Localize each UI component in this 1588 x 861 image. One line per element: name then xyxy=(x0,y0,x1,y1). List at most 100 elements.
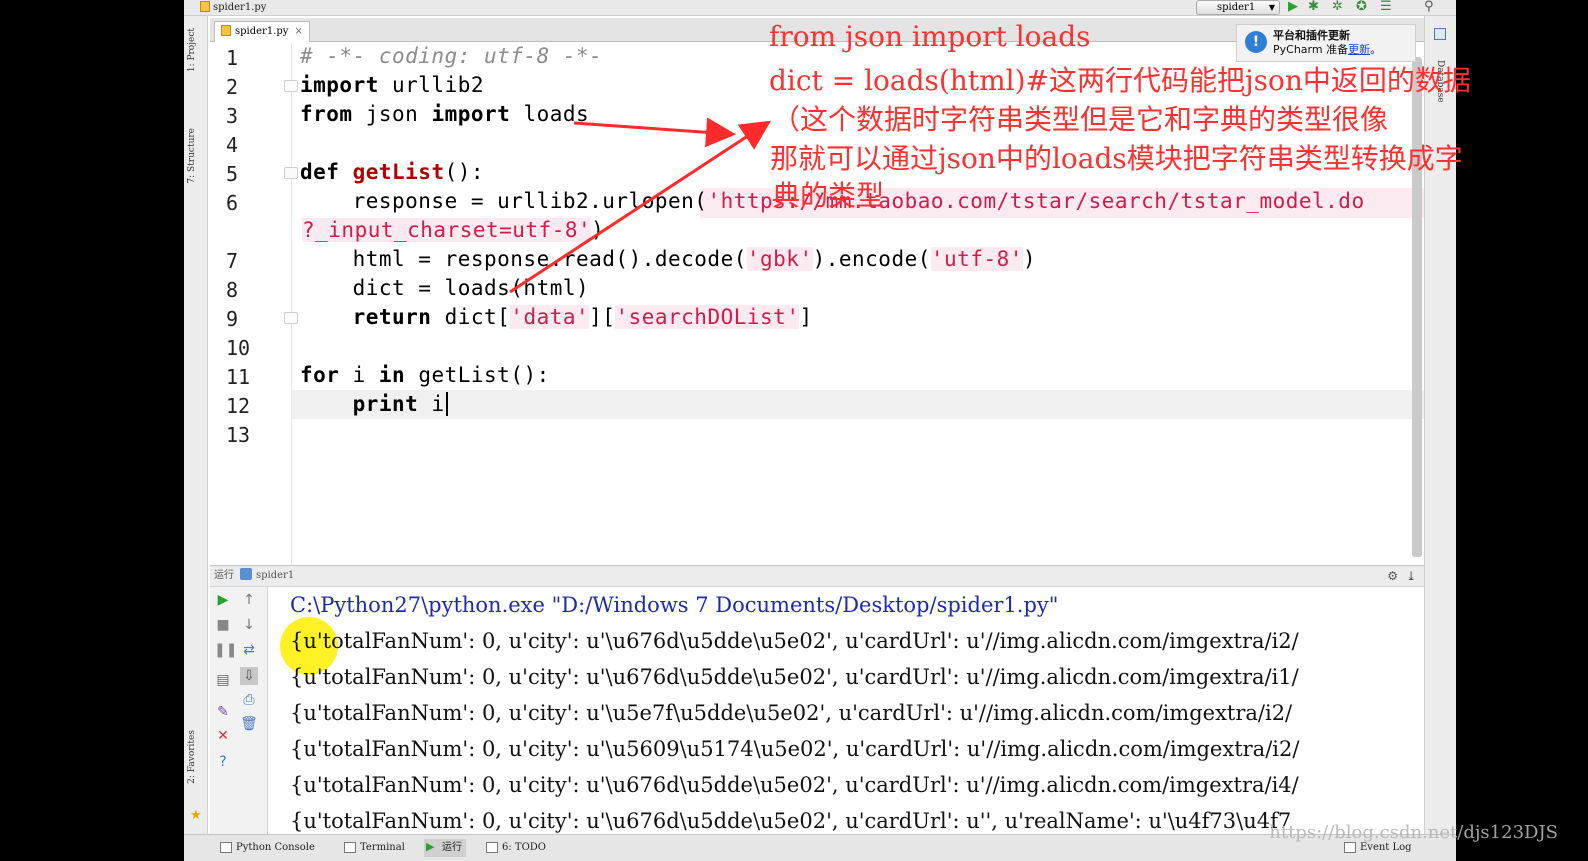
update-notification[interactable]: ! 平台和插件更新 PyCharm 准备更新。 xyxy=(1236,24,1416,62)
gear-icon[interactable]: ⚙ xyxy=(1387,566,1398,586)
code-line-8: dict = loads(html) xyxy=(300,276,589,300)
line-number: 6 xyxy=(226,191,239,215)
annotation-line-1: from json import loads xyxy=(769,20,1091,53)
pause-icon[interactable]: ❚❚ xyxy=(214,641,237,659)
console-output-line: {u'totalFanNum': 0, u'city': u'\u5609\u5… xyxy=(290,737,1300,761)
tab-project-label: 1: Project xyxy=(187,28,197,73)
console-output-line: {u'totalFanNum': 0, u'city': u'\u676d\u5… xyxy=(290,809,1292,833)
tab-run[interactable]: ▶ 运行 xyxy=(424,839,466,857)
code-token: i xyxy=(339,363,379,387)
debug-icon[interactable]: ✱ xyxy=(1308,0,1319,14)
help-icon[interactable]: ? xyxy=(214,753,232,771)
tab-python-console[interactable]: Python Console xyxy=(218,839,319,857)
hide-icon[interactable]: ⤓ xyxy=(1406,566,1416,586)
run-config-select[interactable]: spider1 ▼ xyxy=(1196,0,1280,15)
tab-favorites[interactable]: 2: Favorites xyxy=(187,730,197,784)
stop-icon[interactable]: ☰ xyxy=(1380,0,1392,14)
fold-marker[interactable] xyxy=(284,167,298,179)
code-token: urllib2 xyxy=(378,73,485,97)
python-file-icon xyxy=(200,1,210,12)
print-icon[interactable]: ⎙ xyxy=(240,691,258,709)
editor-scrollbar[interactable] xyxy=(1412,57,1422,557)
notification-title: 平台和插件更新 xyxy=(1273,29,1350,42)
close-icon[interactable]: × xyxy=(294,26,302,37)
keyword-token: def xyxy=(300,160,340,184)
console-output-line: {u'totalFanNum': 0, u'city': u'\u676d\u5… xyxy=(290,773,1299,797)
code-token: json xyxy=(352,102,432,126)
keyword-token: print xyxy=(352,392,419,416)
breadcrumb-file[interactable]: spider1.py xyxy=(200,1,266,13)
code-token: loads xyxy=(510,102,590,126)
string-token: 'data' xyxy=(510,305,590,329)
search-icon[interactable]: ⚲ xyxy=(1424,0,1434,14)
coverage-icon[interactable]: ✲ xyxy=(1332,0,1343,14)
tab-todo[interactable]: 6: TODO xyxy=(484,839,550,857)
python-file-icon xyxy=(221,25,231,36)
pin-icon[interactable]: ✎ xyxy=(214,703,232,721)
soft-wrap-icon[interactable]: ⇄ xyxy=(240,641,258,659)
code-token: ][ xyxy=(589,305,616,329)
run-panel-header: 运行 spider1 ⚙ ⤓ xyxy=(210,565,1424,587)
code-token: response = urllib2.urlopen( xyxy=(300,189,708,213)
navigation-bar: spider1.py spider1 ▼ ▶ ✱ ✲ ✪ ☰ ⚲ xyxy=(184,0,1456,16)
editor-tab-spider1[interactable]: spider1.py × xyxy=(214,21,310,42)
tab-favorites-label: 2: Favorites xyxy=(187,730,197,784)
console-output-line: {u'totalFanNum': 0, u'city': u'\u5e7f\u5… xyxy=(290,701,1293,725)
code-line-6-wrap: ?_input_charset=utf-8') xyxy=(302,218,604,242)
rerun-icon[interactable]: ▶ xyxy=(214,591,232,609)
annotation-line-3: （这个数据时字符串类型但是它和字典的类型很像 xyxy=(772,103,1389,136)
keyword-token: import xyxy=(431,102,511,126)
code-token: dict[ xyxy=(431,305,511,329)
console-command: C:\Python27\python.exe "D:/Windows 7 Doc… xyxy=(290,593,1059,617)
run-console[interactable]: C:\Python27\python.exe "D:/Windows 7 Doc… xyxy=(268,587,1424,834)
tab-structure[interactable]: 7: Structure xyxy=(187,128,197,184)
tab-project[interactable]: 1: Project xyxy=(187,28,197,72)
string-token: 'utf-8' xyxy=(930,247,1023,271)
annotation-line-4: 那就可以通过json中的loads模块把字符串类型转换成字 xyxy=(770,142,1463,175)
line-number: 3 xyxy=(226,104,239,128)
keyword-token: import xyxy=(300,73,379,97)
string-token: 'gbk' xyxy=(746,247,813,271)
profile-icon[interactable]: ✪ xyxy=(1356,0,1367,14)
close-icon[interactable]: ✕ xyxy=(214,727,232,745)
watermark: https://blog.csdn.net/djs123DJS xyxy=(1269,822,1558,843)
breadcrumb-file-label: spider1.py xyxy=(213,2,267,13)
code-token: i xyxy=(418,392,445,416)
arrow-up-icon[interactable]: ↑ xyxy=(240,591,258,609)
notification-update-link[interactable]: 更新 xyxy=(1348,43,1370,56)
current-line-highlight xyxy=(292,390,1424,419)
code-token: ] xyxy=(799,305,813,329)
database-icon xyxy=(1434,28,1446,40)
line-number: 8 xyxy=(226,278,239,302)
line-number: 10 xyxy=(226,336,251,360)
scroll-end-icon[interactable]: ⇩ xyxy=(240,667,258,685)
annotation-line-2: dict = loads(html)#这两行代码能把json中返回的数据 xyxy=(769,64,1471,97)
keyword-token: for xyxy=(300,363,340,387)
code-line-3: from json import loads xyxy=(300,102,589,126)
run-icon: ▶ xyxy=(426,840,435,853)
line-number: 11 xyxy=(226,365,251,389)
run-icon[interactable]: ▶ xyxy=(1288,0,1298,14)
editor-tab-label: spider1.py xyxy=(235,26,289,37)
python-console-icon xyxy=(220,842,232,853)
code-line-1: # -*- coding: utf-8 -*- xyxy=(300,44,602,68)
line-gutter: 1 2 3 4 5 6 7 8 9 10 11 12 13 xyxy=(210,43,298,565)
console-output-line: {u'totalFanNum': 0, u'city': u'\u676d\u5… xyxy=(290,665,1299,689)
info-icon: ! xyxy=(1245,31,1267,53)
code-token: ).encode( xyxy=(812,247,931,271)
line-number: 7 xyxy=(226,249,239,273)
code-token: ) xyxy=(1022,247,1037,271)
layout-icon[interactable]: ▤ xyxy=(214,671,232,689)
left-tool-stripe: 1: Project 7: Structure 2: Favorites ★ xyxy=(184,16,208,836)
stop-icon[interactable]: ■ xyxy=(214,616,232,634)
arrow-down-icon[interactable]: ↓ xyxy=(240,616,258,634)
tab-structure-label: 7: Structure xyxy=(187,128,197,184)
fold-marker[interactable] xyxy=(284,312,298,324)
fold-marker[interactable] xyxy=(284,80,298,92)
trash-icon[interactable]: 🗑 xyxy=(240,715,258,733)
line-number: 2 xyxy=(226,75,239,99)
tab-terminal-label: Terminal xyxy=(360,842,405,853)
code-token: getList(): xyxy=(405,363,550,387)
tab-terminal[interactable]: Terminal xyxy=(342,839,409,857)
tab-event-log-label: Event Log xyxy=(1360,842,1412,853)
